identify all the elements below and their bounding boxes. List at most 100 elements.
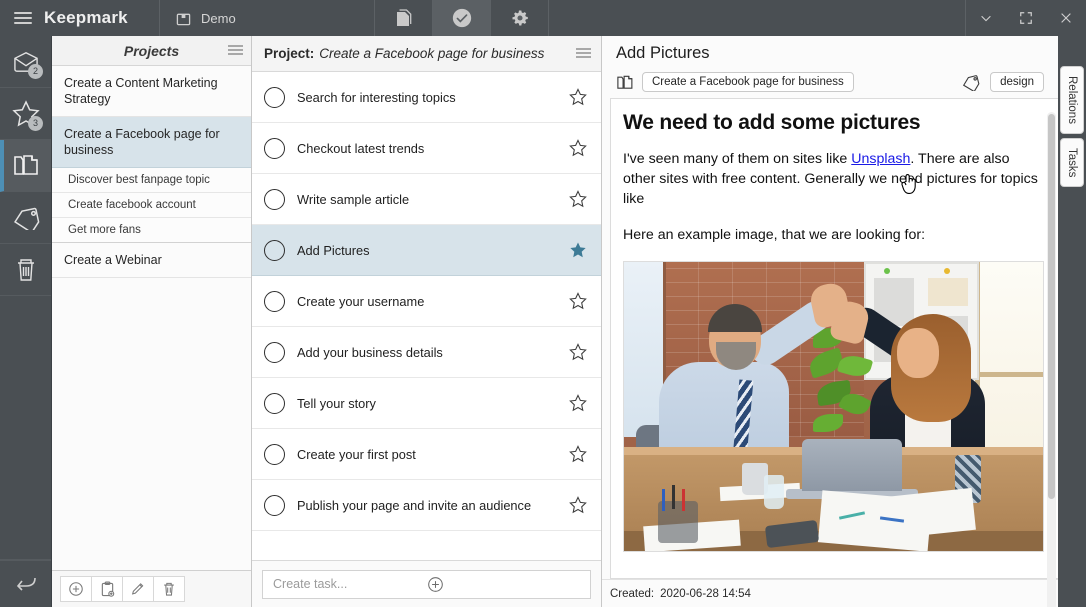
- task-checkbox[interactable]: [264, 291, 285, 312]
- settings-tab[interactable]: [491, 0, 549, 36]
- task-row[interactable]: Search for interesting topics: [252, 72, 601, 123]
- project-subtask-item[interactable]: Create facebook account: [52, 193, 251, 218]
- create-task-input[interactable]: Create task...: [262, 570, 591, 599]
- task-row[interactable]: Write sample article: [252, 174, 601, 225]
- tag-chip[interactable]: design: [990, 72, 1044, 92]
- task-checkbox[interactable]: [264, 138, 285, 159]
- star-outline-icon[interactable]: [569, 292, 587, 310]
- duplicate-project-button[interactable]: [91, 576, 123, 602]
- maximize-button[interactable]: [1006, 0, 1046, 36]
- star-outline-icon[interactable]: [569, 343, 587, 361]
- sidebar-item-favorites[interactable]: 3: [0, 88, 51, 140]
- document-paragraph-2: Here an example image, that we are looki…: [623, 225, 1042, 245]
- task-row[interactable]: Publish your page and invite an audience: [252, 480, 601, 531]
- chevron-down-icon: [979, 11, 993, 25]
- created-value: 2020-06-28 14:54: [660, 588, 751, 600]
- close-button[interactable]: [1046, 0, 1086, 36]
- star-outline-icon[interactable]: [569, 190, 587, 208]
- documents-tab[interactable]: [375, 0, 433, 36]
- project-item-selected[interactable]: Create a Facebook page for business: [52, 117, 251, 168]
- workspace-tab-label: Demo: [201, 11, 236, 26]
- task-checkbox[interactable]: [264, 444, 285, 465]
- trash-icon: [162, 581, 176, 597]
- detail-scrollbar-thumb[interactable]: [1048, 114, 1055, 499]
- titlebar-spacer: [549, 0, 966, 36]
- task-checkbox[interactable]: [264, 495, 285, 516]
- detail-footer: Created: 2020-06-28 14:54: [602, 579, 1058, 607]
- sidebar-item-inbox[interactable]: 2: [0, 36, 51, 88]
- projects-panel-title: Projects: [124, 43, 179, 59]
- task-row[interactable]: Checkout latest trends: [252, 123, 601, 174]
- task-checkbox[interactable]: [264, 189, 285, 210]
- star-outline-icon[interactable]: [569, 445, 587, 463]
- task-list-menu-icon[interactable]: [576, 48, 591, 58]
- sidebar-item-trash[interactable]: [0, 244, 51, 296]
- paragraph-text-pre: I've seen many of them on sites like: [623, 151, 851, 167]
- created-label: Created:: [610, 588, 654, 600]
- favorites-badge: 3: [28, 116, 43, 131]
- project-chip[interactable]: Create a Facebook page for business: [642, 72, 854, 92]
- right-vertical-tabs: Relations Tasks: [1058, 36, 1086, 607]
- star-filled-icon[interactable]: [569, 241, 587, 259]
- projects-list: Create a Content Marketing Strategy Crea…: [52, 66, 251, 570]
- task-checkbox[interactable]: [264, 342, 285, 363]
- star-outline-icon[interactable]: [569, 139, 587, 157]
- detail-area: Add Pictures Create a Facebook page for …: [602, 36, 1086, 607]
- plus-circle-icon: [68, 581, 84, 597]
- sidebar-item-projects[interactable]: [0, 140, 51, 192]
- task-row[interactable]: Add your business details: [252, 327, 601, 378]
- left-rail: 2 3: [0, 36, 52, 607]
- document-heading: We need to add some pictures: [623, 111, 1042, 135]
- star-outline-icon[interactable]: [569, 394, 587, 412]
- task-row[interactable]: Tell your story: [252, 378, 601, 429]
- tab-tasks[interactable]: Tasks: [1060, 138, 1084, 187]
- detail-panel: Add Pictures Create a Facebook page for …: [602, 36, 1058, 607]
- projects-menu-icon[interactable]: [228, 45, 243, 55]
- project-item[interactable]: Create a Content Marketing Strategy: [52, 66, 251, 117]
- task-row[interactable]: Create your username: [252, 276, 601, 327]
- task-list-header: Project: Create a Facebook page for busi…: [252, 36, 601, 72]
- add-task-button[interactable]: [427, 576, 581, 593]
- detail-header: Add Pictures Create a Facebook page for …: [602, 36, 1058, 98]
- projects-panel-header: Projects: [52, 36, 251, 66]
- task-checkbox[interactable]: [264, 240, 285, 261]
- tab-relations[interactable]: Relations: [1060, 66, 1084, 134]
- project-item[interactable]: Create a Webinar: [52, 243, 251, 278]
- window-controls: [966, 0, 1086, 36]
- task-list: Search for interesting topics Checkout l…: [252, 72, 601, 560]
- task-checkbox[interactable]: [264, 393, 285, 414]
- star-outline-icon[interactable]: [569, 496, 587, 514]
- app-title: Keepmark: [44, 8, 128, 28]
- clipboard-add-icon: [100, 581, 115, 598]
- task-label: Tell your story: [297, 396, 569, 411]
- task-row-selected[interactable]: Add Pictures: [252, 225, 601, 276]
- tasks-tab[interactable]: [433, 0, 491, 36]
- create-task-placeholder: Create task...: [273, 577, 427, 591]
- add-project-button[interactable]: [60, 576, 92, 602]
- minimize-button[interactable]: [966, 0, 1006, 36]
- sidebar-item-tags[interactable]: [0, 192, 51, 244]
- back-button[interactable]: [0, 560, 51, 607]
- app-window: Keepmark Demo: [0, 0, 1086, 607]
- projects-panel: Projects Create a Content Marketing Stra…: [52, 36, 252, 607]
- task-checkbox[interactable]: [264, 87, 285, 108]
- unsplash-link[interactable]: Unsplash: [851, 151, 910, 167]
- detail-document[interactable]: We need to add some pictures I've seen m…: [610, 98, 1058, 579]
- document-image[interactable]: [623, 261, 1044, 552]
- document-paragraph-1: I've seen many of them on sites like Uns…: [623, 149, 1042, 209]
- edit-project-button[interactable]: [122, 576, 154, 602]
- tag-icon: [11, 206, 41, 230]
- task-label: Add your business details: [297, 345, 569, 360]
- folders-icon: [12, 153, 40, 179]
- delete-project-button[interactable]: [153, 576, 185, 602]
- task-label: Write sample article: [297, 192, 569, 207]
- project-subtask-item[interactable]: Discover best fanpage topic: [52, 168, 251, 193]
- documents-icon: [395, 8, 413, 28]
- project-subtask-item[interactable]: Get more fans: [52, 218, 251, 242]
- detail-scrollbar[interactable]: [1047, 112, 1056, 607]
- hamburger-icon[interactable]: [14, 12, 32, 24]
- workspace-tab-demo[interactable]: Demo: [160, 0, 375, 36]
- task-row[interactable]: Create your first post: [252, 429, 601, 480]
- expand-icon: [1019, 11, 1033, 25]
- star-outline-icon[interactable]: [569, 88, 587, 106]
